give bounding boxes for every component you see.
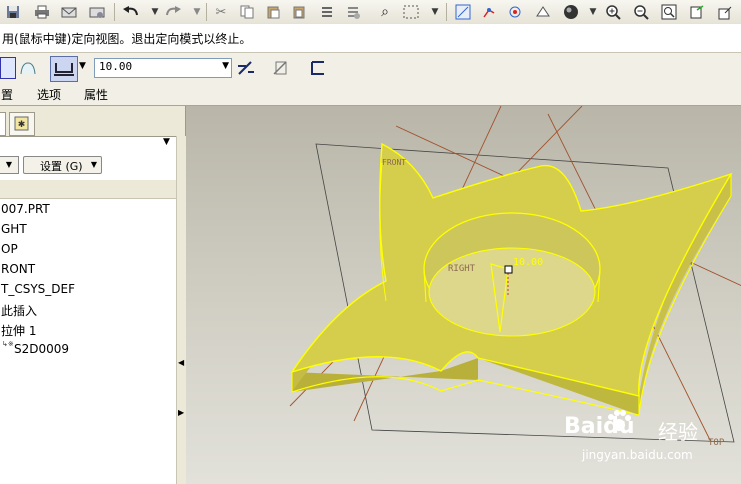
solid-toggle-icon[interactable] (0, 57, 16, 79)
svg-text:✱: ✱ (18, 120, 26, 130)
shade-icon[interactable] (562, 3, 580, 21)
tree-item-insert-here[interactable]: 此插入 (1, 302, 37, 319)
label-front: FRONT (382, 158, 407, 167)
regenerate-icon[interactable] (318, 3, 336, 21)
zoom-in-icon[interactable] (604, 3, 622, 21)
send-mail-icon[interactable] (60, 3, 78, 21)
paste-icon[interactable] (264, 3, 282, 21)
watermark-jingyan: 经验 (658, 420, 698, 444)
dashboard-tabs: 置 选项 属性 (0, 83, 741, 106)
baidu-watermark: Baidu 经验 jingyan.baidu.com (564, 404, 734, 468)
dimension-value[interactable]: 10.00 (513, 257, 543, 268)
message-text: 用(鼠标中键)定向视图。退出定向模式以终止。 (2, 32, 252, 46)
saved-views-icon[interactable] (716, 3, 734, 21)
watermark-url: jingyan.baidu.com (582, 448, 693, 462)
tree-item-sketch[interactable]: S2D0009 (14, 342, 69, 356)
settings-dropdown-icon: ▼ (90, 160, 97, 169)
panel-splitter[interactable]: ◀ ▶ (176, 136, 186, 484)
regenerate-manager-icon[interactable] (344, 3, 362, 21)
copy-icon[interactable] (238, 3, 256, 21)
zoom-out-icon[interactable] (632, 3, 650, 21)
navigator-tabs: ✱ (0, 106, 185, 137)
collapse-left-icon[interactable]: ◀ (178, 358, 184, 367)
show-menu-button[interactable]: ▼ (0, 156, 19, 174)
tree-item-extrude[interactable]: 拉伸 1 (1, 322, 36, 339)
settings-button[interactable]: 设置 (G) ▼ (23, 156, 102, 174)
paste-special-icon[interactable] (290, 3, 308, 21)
feature-dashboard: ▼ 10.00 ▼ (0, 53, 741, 84)
tree-item-top[interactable]: OP (1, 242, 18, 256)
undo-dropdown-icon[interactable]: ▼ (146, 3, 164, 21)
star-extrusion-model[interactable] (290, 142, 733, 416)
depth-value-text: 10.00 (99, 60, 133, 73)
depth-value-field[interactable]: 10.00 ▼ (94, 58, 232, 78)
tree-item-front[interactable]: RONT (1, 262, 35, 276)
model-tree-panel: ✱ ▼ ▼ 设置 (G) ▼ 007.PRT GHT OP RONT T_CSY… (0, 106, 186, 484)
select-dropdown-icon[interactable]: ▼ (426, 3, 444, 21)
surface-toggle-icon[interactable] (18, 58, 38, 78)
refit-icon[interactable] (660, 3, 678, 21)
tree-item-right[interactable]: GHT (1, 222, 27, 236)
graphics-window[interactable]: FRONT RIGHT TOP 10.00 Baidu 经验 jingyan.b… (186, 106, 741, 484)
undo-icon[interactable] (122, 3, 140, 21)
depth-option-dropdown-icon[interactable]: ▼ (79, 61, 86, 71)
tree-column-header (0, 180, 176, 199)
redo-dropdown-icon[interactable]: ▼ (188, 3, 206, 21)
select-box-icon[interactable] (402, 3, 420, 21)
watermark-baidu: Baidu (564, 414, 635, 439)
label-right: RIGHT (448, 264, 476, 274)
tree-item-csys[interactable]: T_CSYS_DEF (1, 282, 75, 296)
depth-value-dropdown-icon[interactable]: ▼ (222, 61, 229, 71)
tab-options[interactable]: 选项 (37, 86, 61, 103)
tab-placement[interactable]: 置 (1, 86, 13, 103)
cut-icon[interactable]: ✂ (212, 3, 230, 21)
send-link-icon[interactable] (88, 3, 106, 21)
tab-properties[interactable]: 属性 (84, 86, 108, 103)
sketch-marker-icon: ↳※ (2, 340, 14, 348)
nav-tab-favorites[interactable]: ✱ (9, 112, 35, 136)
print-icon[interactable] (33, 3, 51, 21)
nav-tab-model-tree[interactable] (0, 112, 6, 136)
main-toolbar: ▼ ▼ ✂ ⌕ ▼ ▼ (0, 0, 741, 25)
remove-material-icon[interactable] (270, 58, 290, 78)
datum-points-icon[interactable] (506, 3, 524, 21)
settings-button-label: 设置 (G) (40, 160, 83, 173)
thicken-sketch-icon[interactable] (308, 58, 328, 78)
find-icon[interactable]: ⌕ (376, 3, 394, 21)
csys-icon[interactable] (534, 3, 552, 21)
datum-axes-icon[interactable] (480, 3, 498, 21)
flip-direction-icon[interactable] (236, 58, 256, 78)
redo-icon[interactable] (164, 3, 182, 21)
depth-option-button[interactable] (50, 56, 78, 82)
reorient-icon[interactable] (688, 3, 706, 21)
panel-dropdown-icon[interactable]: ▼ (163, 137, 170, 147)
expand-right-icon[interactable]: ▶ (178, 408, 184, 417)
datum-display-icon[interactable] (454, 3, 472, 21)
save-icon[interactable] (4, 3, 22, 21)
shade-dropdown-icon[interactable]: ▼ (584, 3, 602, 21)
message-area: 用(鼠标中键)定向视图。退出定向模式以终止。 (0, 24, 741, 53)
tree-item-part[interactable]: 007.PRT (1, 202, 50, 216)
